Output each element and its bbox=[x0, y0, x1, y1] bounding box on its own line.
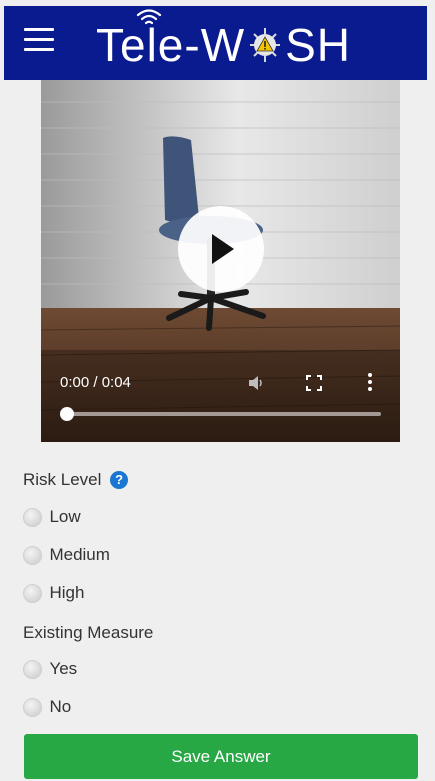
more-vertical-icon[interactable] bbox=[367, 373, 373, 393]
play-icon bbox=[212, 234, 234, 264]
video-time: 0:00 / 0:04 bbox=[60, 374, 131, 391]
save-answer-button[interactable]: Save Answer bbox=[24, 734, 418, 779]
radio-label-high: High bbox=[49, 583, 85, 602]
radio-option-low[interactable]: Low bbox=[23, 507, 81, 531]
radio-button[interactable] bbox=[23, 507, 42, 527]
logo-text-part1: Tele-W bbox=[96, 19, 246, 71]
radio-button[interactable] bbox=[23, 545, 42, 565]
volume-icon[interactable] bbox=[248, 375, 266, 391]
video-player[interactable]: 0:00 / 0:04 bbox=[41, 80, 400, 442]
radio-option-no[interactable]: No bbox=[23, 697, 71, 721]
risk-level-label: Risk Level ? bbox=[23, 470, 129, 490]
app-logo: Tele-W SH bbox=[96, 9, 352, 71]
radio-label-no: No bbox=[49, 697, 72, 716]
app-header: Tele-W SH bbox=[4, 6, 427, 80]
radio-option-medium[interactable]: Medium bbox=[23, 545, 110, 569]
play-button[interactable] bbox=[178, 206, 264, 292]
radio-label-low: Low bbox=[49, 507, 81, 526]
logo-text-part2: SH bbox=[285, 19, 352, 71]
radio-label-yes: Yes bbox=[49, 659, 78, 678]
radio-option-yes[interactable]: Yes bbox=[23, 659, 77, 683]
radio-button[interactable] bbox=[23, 697, 42, 717]
video-progress-bar[interactable] bbox=[60, 407, 381, 421]
hamburger-menu-icon[interactable] bbox=[24, 28, 54, 56]
fullscreen-icon[interactable] bbox=[306, 375, 322, 391]
radio-label-medium: Medium bbox=[49, 545, 110, 564]
radio-button[interactable] bbox=[23, 583, 42, 603]
existing-measure-label: Existing Measure bbox=[23, 623, 154, 642]
virus-warning-icon bbox=[250, 28, 281, 62]
radio-button[interactable] bbox=[23, 659, 42, 679]
risk-level-text: Risk Level bbox=[23, 470, 102, 489]
wifi-icon bbox=[136, 9, 162, 25]
help-icon[interactable]: ? bbox=[110, 471, 129, 489]
radio-option-high[interactable]: High bbox=[23, 583, 84, 607]
video-progress-handle[interactable] bbox=[60, 407, 74, 421]
